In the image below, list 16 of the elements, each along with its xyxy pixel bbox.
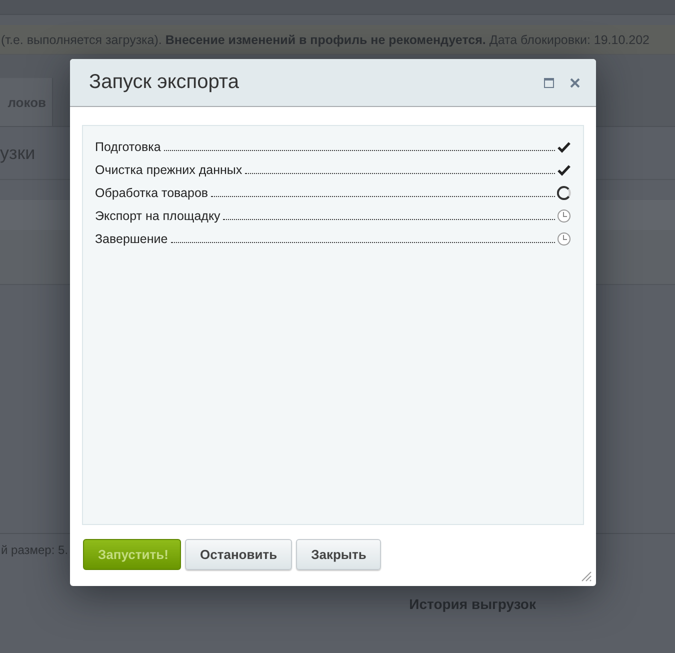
step-label: Экспорт на площадку	[95, 209, 220, 223]
clock-icon	[557, 232, 571, 246]
checkmark-icon	[557, 140, 571, 154]
close-icon[interactable]	[570, 78, 580, 88]
maximize-icon[interactable]	[544, 78, 554, 88]
dialog-title: Запуск экспорта	[89, 71, 240, 94]
spinner-icon	[557, 186, 571, 200]
step-label: Подготовка	[95, 140, 161, 154]
step-label: Завершение	[95, 232, 168, 246]
clock-icon	[557, 209, 571, 223]
step-label: Обработка товаров	[95, 186, 208, 200]
step-label: Очистка прежних данных	[95, 163, 242, 177]
dialog-button[interactable]: Закрыть	[296, 539, 382, 570]
dialog-button[interactable]: Остановить	[185, 539, 292, 570]
resize-grip-icon[interactable]	[581, 571, 592, 582]
checkmark-icon	[557, 163, 571, 177]
